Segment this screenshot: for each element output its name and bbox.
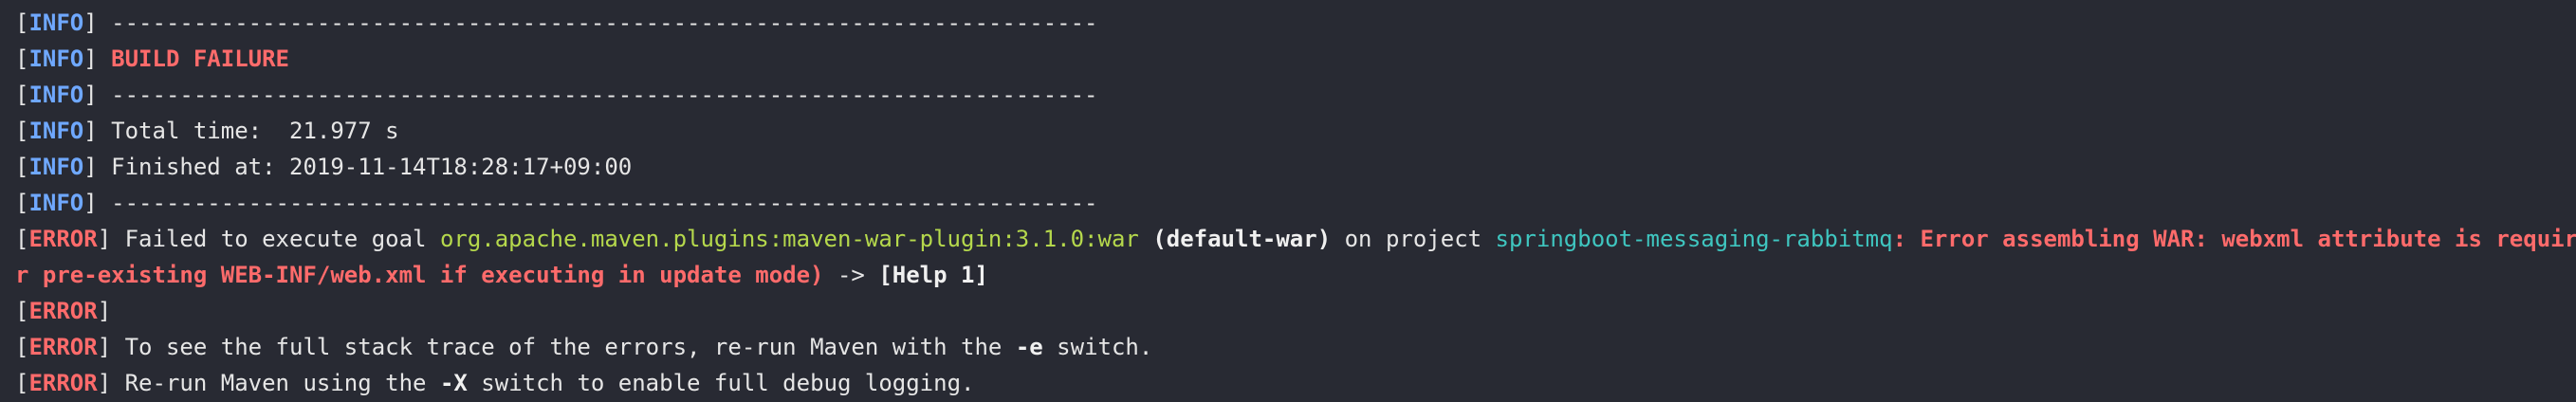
log-text: on project (1331, 226, 1496, 252)
log-line: [ERROR] To see the full stack trace of t… (15, 329, 2561, 365)
log-line: [ERROR] Re-run Maven using the -X switch… (15, 365, 2561, 401)
log-line: [INFO] ---------------------------------… (15, 77, 2561, 113)
log-text: -X (439, 370, 468, 396)
log-line: [INFO] Finished at: 2019-11-14T18:28:17+… (15, 149, 2561, 185)
bracket-close: ] (83, 82, 98, 108)
log-line: [ERROR] Failed to execute goal org.apach… (15, 221, 2576, 257)
log-level: INFO (28, 154, 84, 180)
bracket-open: [ (15, 9, 29, 36)
log-text: switch. (1042, 334, 1153, 360)
log-text: ----------------------------------------… (97, 9, 1098, 36)
log-text: [Help 1] (878, 262, 988, 288)
bracket-open: [ (15, 118, 29, 144)
log-text: -e (1015, 334, 1043, 360)
log-text: r pre-existing WEB-INF/web.xml if execut… (15, 262, 824, 288)
log-level: INFO (28, 190, 84, 216)
log-text: (default-war) (1152, 226, 1332, 252)
bracket-open: [ (15, 334, 29, 360)
bracket-open: [ (15, 370, 29, 396)
log-text: Re-run Maven using the (111, 370, 440, 396)
bracket-close: ] (83, 118, 98, 144)
log-text: ----------------------------------------… (97, 82, 1098, 108)
log-text: BUILD FAILURE (111, 46, 289, 72)
bracket-open: [ (15, 190, 29, 216)
log-level: INFO (28, 118, 84, 144)
bracket-close: ] (97, 334, 112, 360)
log-text: Finished at: 2019-11-14T18:28:17+09:00 (97, 154, 633, 180)
log-level: ERROR (28, 370, 98, 396)
log-text: : Error assembling WAR: webxml attribute… (1892, 226, 2576, 252)
log-text: org.apache.maven.plugins:maven-war-plugi… (439, 226, 1139, 252)
log-level: INFO (28, 46, 84, 72)
bracket-open: [ (15, 46, 29, 72)
bracket-close: ] (97, 298, 112, 324)
bracket-close: ] (97, 370, 112, 396)
log-level: INFO (28, 9, 84, 36)
bracket-close: ] (83, 9, 98, 36)
log-line: [ERROR] (15, 293, 2561, 329)
terminal-output: [INFO] ---------------------------------… (0, 0, 2576, 401)
log-level: ERROR (28, 298, 98, 324)
log-level: INFO (28, 82, 84, 108)
bracket-close: ] (83, 190, 98, 216)
bracket-open: [ (15, 154, 29, 180)
bracket-close: ] (83, 46, 98, 72)
bracket-open: [ (15, 82, 29, 108)
log-level: ERROR (28, 334, 98, 360)
log-text: ----------------------------------------… (97, 190, 1098, 216)
log-line: [INFO] ---------------------------------… (15, 185, 2561, 221)
log-text: -> (823, 262, 879, 288)
log-text: Total time: 21.977 s (97, 118, 399, 144)
log-line: [INFO] BUILD FAILURE (15, 41, 2561, 77)
bracket-open: [ (15, 298, 29, 324)
bracket-close: ] (97, 226, 112, 252)
log-line: [INFO] ---------------------------------… (15, 5, 2561, 41)
bracket-open: [ (15, 226, 29, 252)
log-text: springboot-messaging-rabbitmq (1495, 226, 1893, 252)
log-level: ERROR (28, 226, 98, 252)
bracket-close: ] (83, 154, 98, 180)
log-text: switch to enable full debug logging. (467, 370, 975, 396)
log-text: To see the full stack trace of the error… (111, 334, 1016, 360)
log-text: Failed to execute goal (111, 226, 440, 252)
log-line: r pre-existing WEB-INF/web.xml if execut… (15, 257, 2561, 293)
log-line: [INFO] Total time: 21.977 s (15, 113, 2561, 149)
